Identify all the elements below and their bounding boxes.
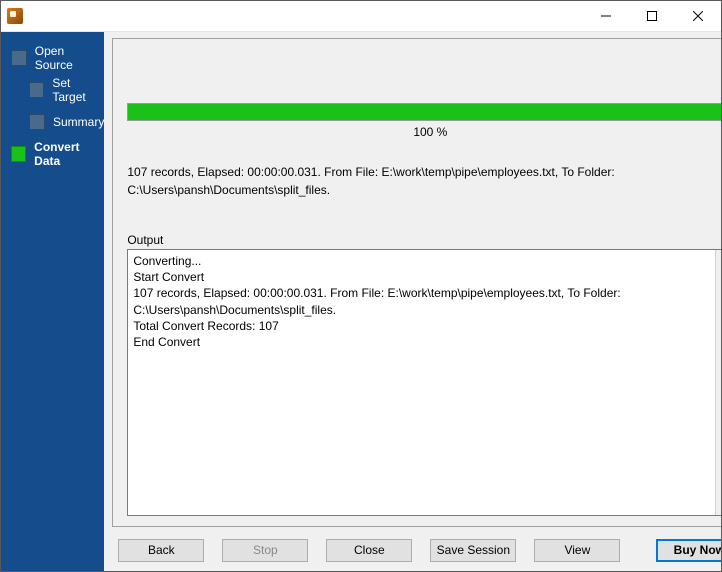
nav-item-convert-data[interactable]: Convert Data [1, 138, 104, 170]
close-button[interactable] [675, 1, 721, 31]
step-icon [11, 146, 26, 162]
output-text[interactable]: Converting... Start Convert 107 records,… [128, 250, 715, 515]
progress-percent-label: 100 % [127, 125, 721, 139]
close-panel-button[interactable]: Close [326, 539, 412, 562]
output-line: 107 records, Elapsed: 00:00:00.031. From… [133, 285, 710, 317]
step-icon [11, 50, 27, 66]
app-window: Open Source Set Target Summary Convert D… [0, 0, 722, 572]
window-controls [583, 1, 721, 31]
scroll-up-icon[interactable]: ▲ [716, 250, 721, 267]
output-scrollbar[interactable]: ▲ ▼ [715, 250, 721, 515]
progress-bar [127, 103, 721, 121]
output-line: Start Convert [133, 269, 710, 285]
buy-now-button[interactable]: Buy Now [656, 539, 721, 562]
nav-item-summary[interactable]: Summary [1, 106, 104, 138]
nav-item-open-source[interactable]: Open Source [1, 42, 104, 74]
nav-label: Summary [53, 115, 104, 129]
step-icon [29, 82, 44, 98]
maximize-button[interactable] [629, 1, 675, 31]
view-button[interactable]: View [534, 539, 620, 562]
nav-label: Convert Data [34, 140, 104, 168]
progress-section: 100 % [127, 103, 721, 139]
body: Open Source Set Target Summary Convert D… [1, 32, 721, 571]
nav-label: Set Target [52, 76, 104, 104]
nav-label: Open Source [35, 44, 105, 72]
main-area: 100 % 107 records, Elapsed: 00:00:00.031… [104, 32, 721, 571]
sidebar: Open Source Set Target Summary Convert D… [1, 32, 104, 571]
progress-fill [128, 104, 721, 120]
nav-item-set-target[interactable]: Set Target [1, 74, 104, 106]
output-label: Output [127, 233, 721, 247]
titlebar-left [7, 8, 23, 24]
stop-button[interactable]: Stop [222, 539, 308, 562]
content-panel: 100 % 107 records, Elapsed: 00:00:00.031… [112, 38, 721, 527]
scroll-down-icon[interactable]: ▼ [716, 498, 721, 515]
step-icon [29, 114, 45, 130]
app-icon [7, 8, 23, 24]
back-button[interactable]: Back [118, 539, 204, 562]
output-line: Total Convert Records: 107 [133, 318, 710, 334]
save-session-button[interactable]: Save Session [430, 539, 516, 562]
titlebar [1, 1, 721, 32]
output-box: Converting... Start Convert 107 records,… [127, 249, 721, 516]
minimize-button[interactable] [583, 1, 629, 31]
output-line: End Convert [133, 334, 710, 350]
button-row: Back Stop Close Save Session View Buy No… [112, 527, 721, 565]
output-line: Converting... [133, 253, 710, 269]
status-text: 107 records, Elapsed: 00:00:00.031. From… [127, 163, 721, 199]
